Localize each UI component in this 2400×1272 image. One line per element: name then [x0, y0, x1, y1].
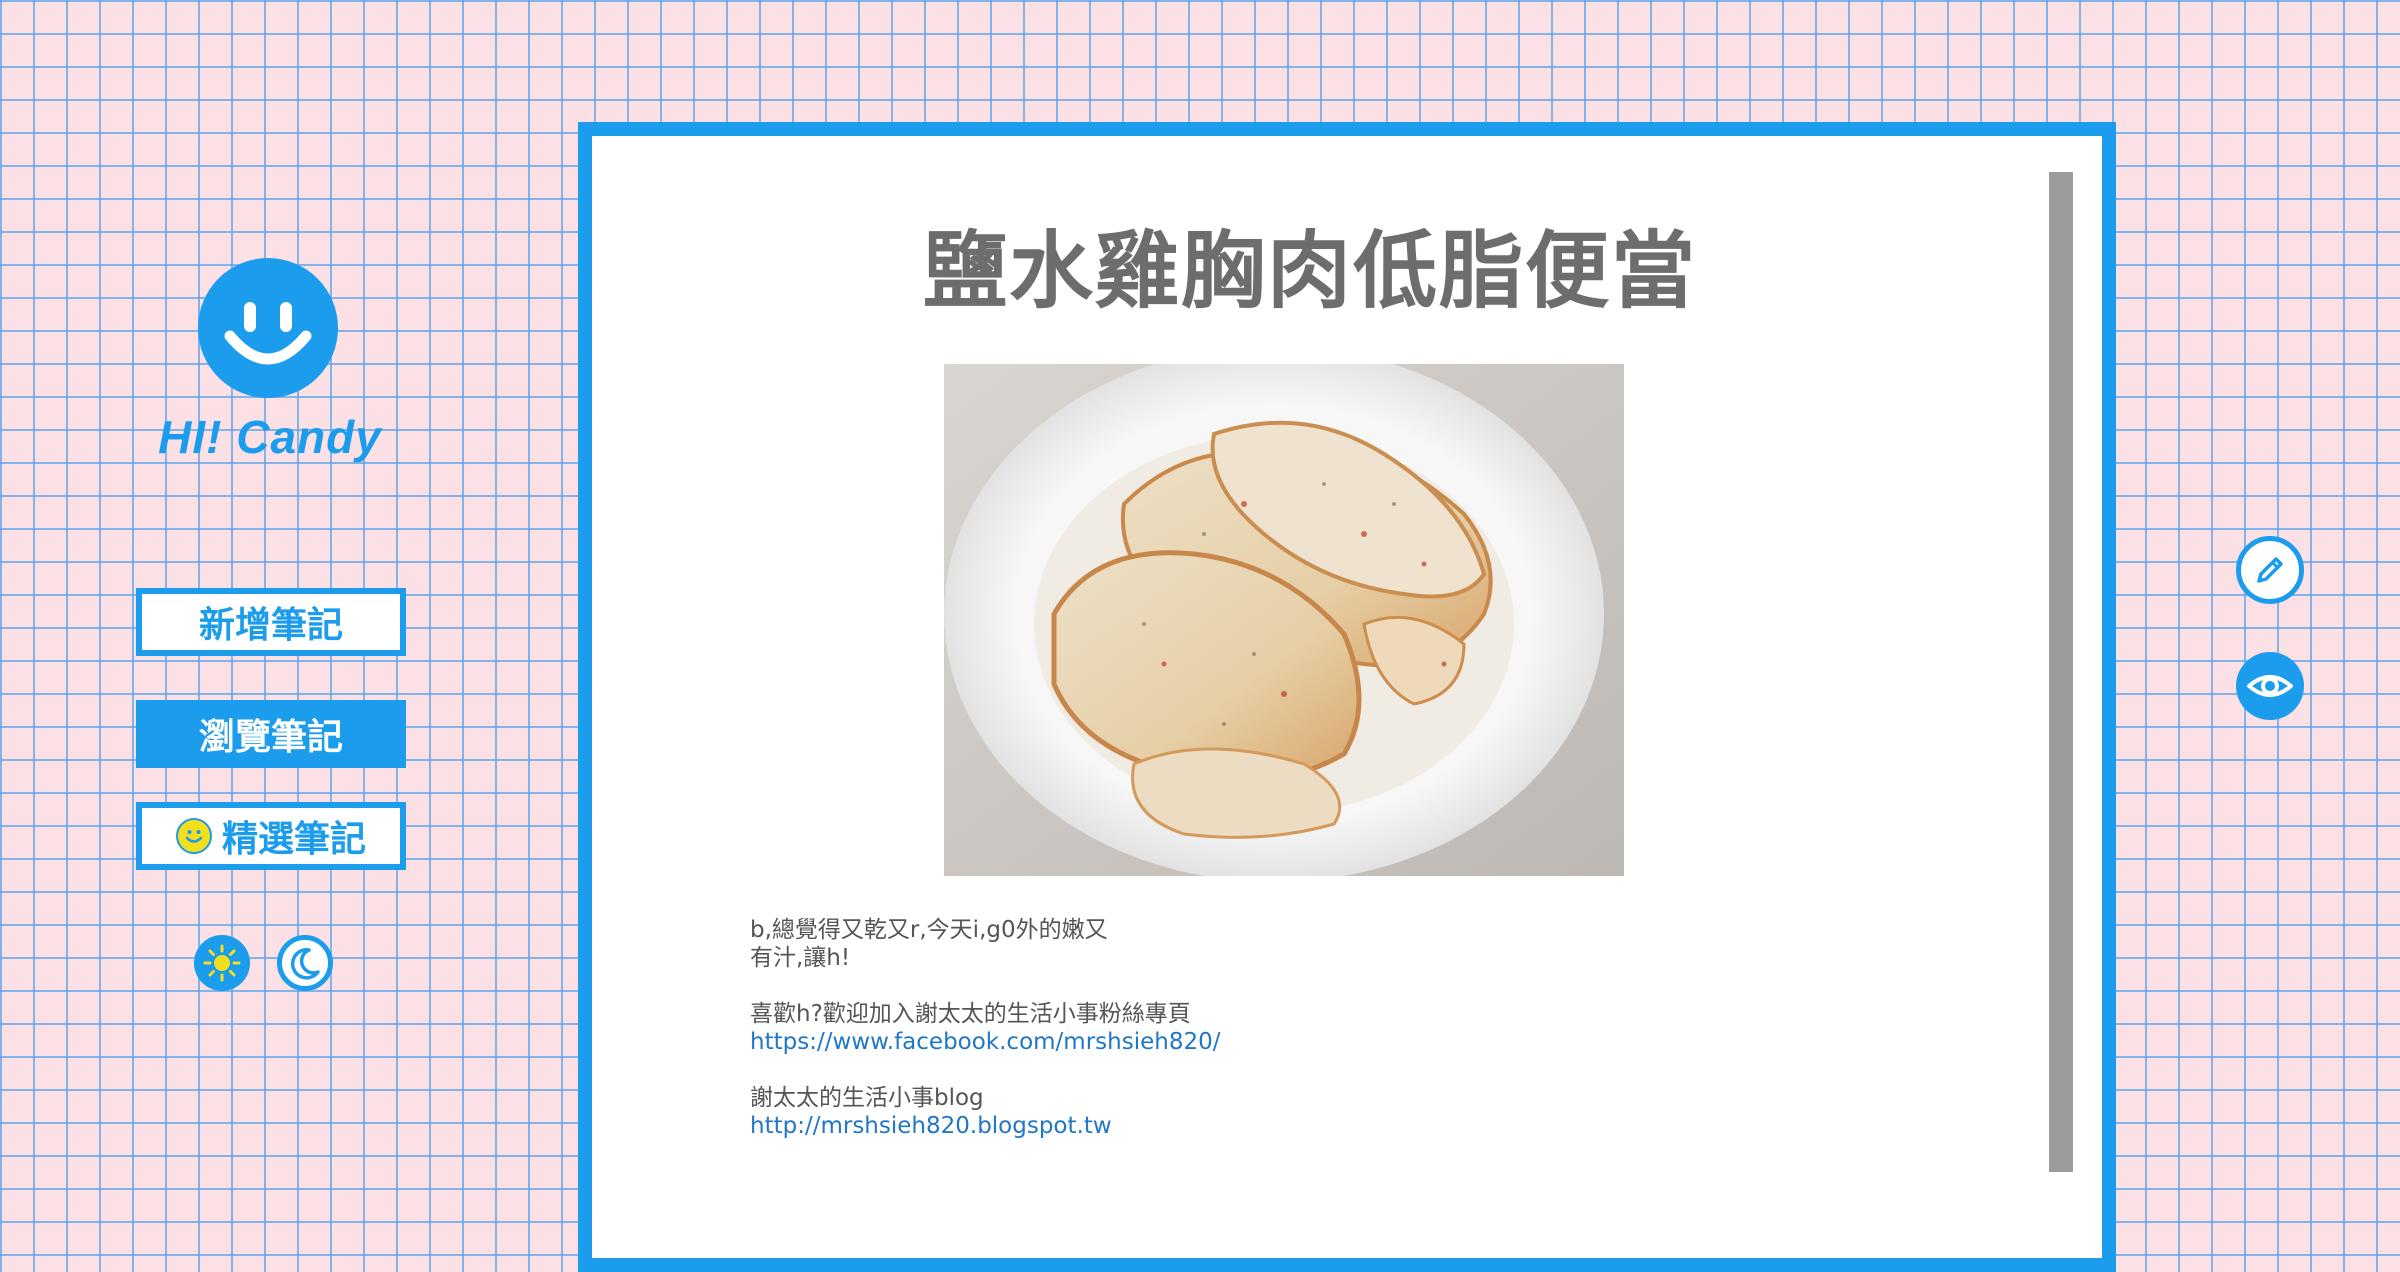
chicken-breast-photo	[944, 364, 1624, 876]
scrollbar[interactable]	[2049, 172, 2073, 1172]
brand-name: HI! Candy	[158, 411, 382, 463]
note-content: b,總覺得又乾又r,今天i,g0外的嫩又 有汁,讓h! 喜歡h?歡迎加入謝太太的…	[750, 916, 1550, 1140]
sun-icon	[203, 944, 241, 982]
view-note-button[interactable]	[2236, 652, 2304, 720]
edit-note-button[interactable]	[2236, 536, 2304, 604]
blog-link[interactable]: http://mrshsieh820.blogspot.tw	[750, 1112, 1550, 1140]
add-note-button[interactable]: 新增筆記	[136, 588, 406, 656]
browse-notes-button[interactable]: 瀏覽筆記	[136, 700, 406, 768]
eye-icon	[2247, 675, 2293, 697]
note-text-line: 有汁,讓h!	[750, 945, 851, 971]
featured-notes-label: 精選筆記	[221, 819, 366, 860]
note-text-line: 謝太太的生活小事blog	[750, 1085, 984, 1111]
note-text-line: b,總覺得又乾又r,今天i,g0外的嫩又	[750, 917, 1108, 943]
sidebar: HI! Candy 新增筆記 瀏覽筆記 精選筆記	[0, 0, 540, 1256]
light-theme-button[interactable]	[194, 935, 250, 991]
smiley-icon	[175, 818, 212, 854]
note-text-line: 喜歡h?歡迎加入謝太太的生活小事粉絲專頁	[750, 1001, 1191, 1027]
featured-notes-button[interactable]: 精選筆記	[136, 802, 406, 870]
moon-icon	[290, 948, 320, 980]
note-panel: 鹽水雞胸肉低脂便當 b,總覺得又乾又r,今天i,g0外的嫩又 有汁,讓h! 喜歡…	[578, 122, 2116, 1272]
dark-theme-button[interactable]	[277, 935, 333, 991]
browse-notes-label: 瀏覽筆記	[198, 717, 343, 758]
facebook-link[interactable]: https://www.facebook.com/mrshsieh820/	[750, 1028, 1550, 1056]
smiley-logo-icon	[198, 258, 338, 398]
add-note-label: 新增筆記	[198, 605, 343, 646]
pencil-icon	[2257, 557, 2283, 583]
note-title: 鹽水雞胸肉低脂便當	[922, 222, 1697, 320]
